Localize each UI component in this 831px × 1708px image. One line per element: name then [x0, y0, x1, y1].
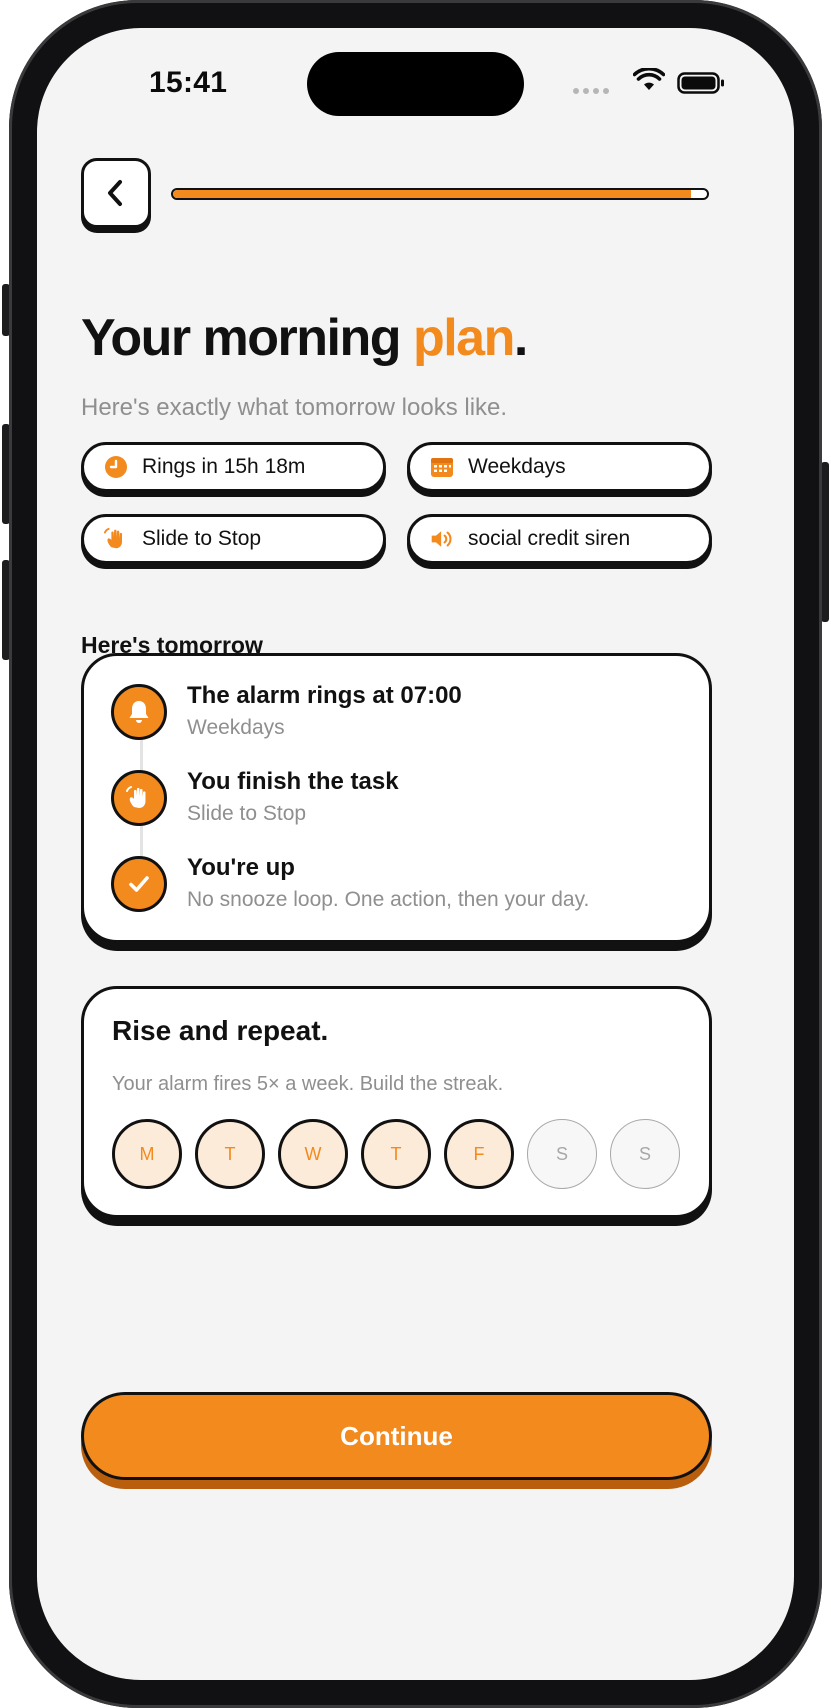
speaker-icon	[430, 527, 454, 551]
streak-card: Rise and repeat. Your alarm fires 5× a w…	[81, 986, 712, 1218]
day-tuesday: T	[195, 1119, 265, 1189]
title-accent: plan	[412, 309, 515, 367]
timeline-subtitle: No snooze loop. One action, then your da…	[187, 888, 590, 911]
chip-label: Rings in 15h 18m	[142, 455, 306, 478]
timeline-subtitle: Slide to Stop	[187, 802, 307, 825]
chevron-left-icon	[108, 180, 122, 206]
continue-button[interactable]: Continue	[81, 1392, 712, 1480]
timeline-title: You're up	[187, 854, 295, 881]
power-button	[821, 462, 829, 622]
timeline-subtitle: Weekdays	[187, 716, 285, 739]
day-friday: F	[444, 1119, 514, 1189]
swipe-hand-icon	[111, 770, 167, 826]
chip-label: Weekdays	[468, 455, 566, 478]
clock-icon	[104, 455, 128, 479]
wifi-icon	[633, 68, 665, 90]
bell-icon	[111, 684, 167, 740]
day-monday: M	[112, 1119, 182, 1189]
dynamic-island	[307, 52, 524, 116]
timeline-step-task: You finish the task Slide to Stop	[111, 768, 399, 832]
progress-fill	[173, 190, 691, 198]
repeat-days-chip: Weekdays	[407, 442, 712, 492]
screen: 15:41 Your morning plan. Here's exactly …	[37, 28, 794, 1680]
day-thursday: T	[361, 1119, 431, 1189]
stop-method-chip: Slide to Stop	[81, 514, 386, 564]
signal-dots-icon	[573, 88, 609, 94]
page-subtitle: Here's exactly what tomorrow looks like.	[81, 394, 508, 421]
checkmark-icon	[111, 856, 167, 912]
timeline-title: You finish the task	[187, 768, 399, 795]
sound-chip: social credit siren	[407, 514, 712, 564]
timeline-card: The alarm rings at 07:00 Weekdays You fi…	[81, 653, 712, 943]
streak-title: Rise and repeat.	[112, 1015, 329, 1046]
day-sunday: S	[610, 1119, 680, 1189]
timeline-step-alarm: The alarm rings at 07:00 Weekdays	[111, 682, 462, 746]
onboarding-progress-bar	[171, 188, 709, 200]
battery-icon	[677, 72, 724, 94]
chip-label: Slide to Stop	[142, 527, 262, 550]
title-main: Your morning	[81, 309, 413, 367]
ring-time-chip: Rings in 15h 18m	[81, 442, 386, 492]
back-button[interactable]	[81, 158, 151, 228]
page-title: Your morning plan.	[81, 308, 528, 368]
timeline-step-up: You're up No snooze loop. One action, th…	[111, 854, 590, 918]
day-saturday: S	[527, 1119, 597, 1189]
calendar-icon	[430, 455, 454, 479]
weekday-row: M T W T F S S	[112, 1119, 680, 1189]
timeline-title: The alarm rings at 07:00	[187, 682, 462, 709]
title-end: .	[513, 309, 528, 367]
swipe-hand-icon	[104, 527, 128, 551]
day-wednesday: W	[278, 1119, 348, 1189]
chip-label: social credit siren	[468, 527, 631, 550]
phone-frame: 15:41 Your morning plan. Here's exactly …	[9, 0, 822, 1708]
streak-subtitle: Your alarm fires 5× a week. Build the st…	[112, 1073, 504, 1095]
status-time: 15:41	[149, 66, 228, 99]
